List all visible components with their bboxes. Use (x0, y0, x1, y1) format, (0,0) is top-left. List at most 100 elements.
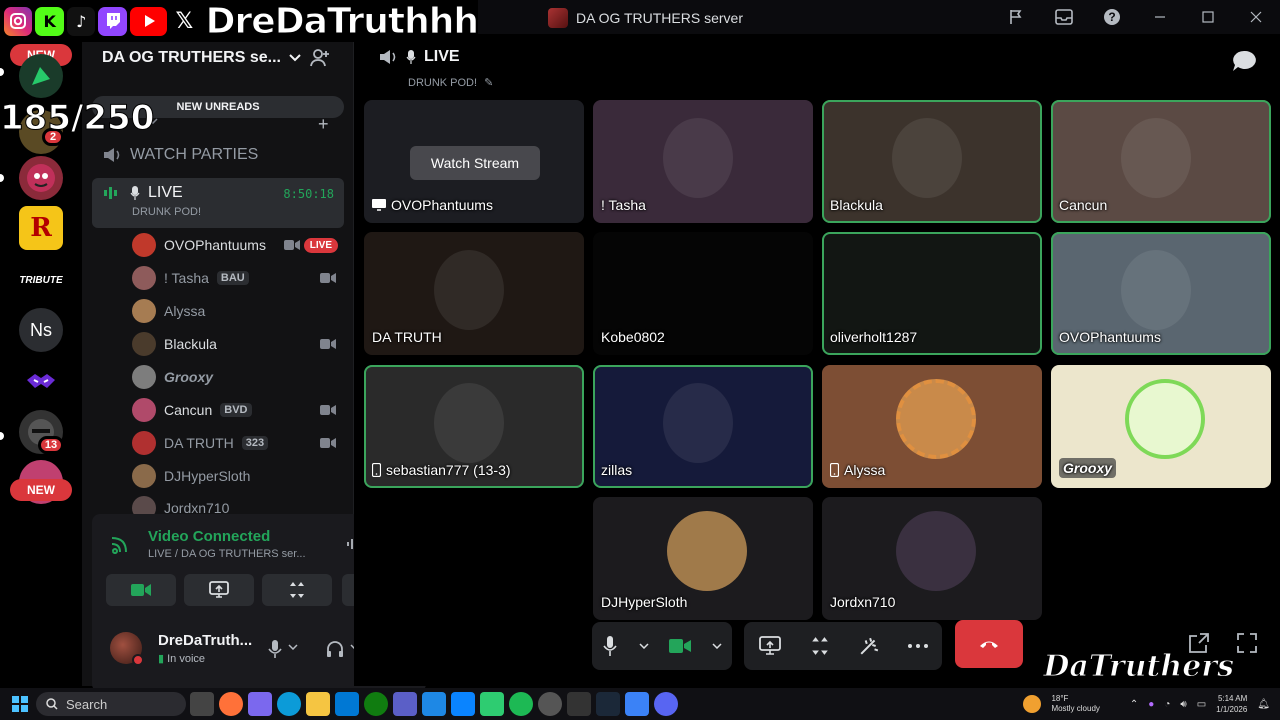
obs-icon[interactable] (538, 692, 562, 716)
xbox-icon[interactable] (364, 692, 388, 716)
watch-stream-button[interactable]: Watch Stream (410, 146, 540, 180)
stage-topic[interactable]: DRUNK POD! ✎ (408, 76, 493, 89)
soundboard-icon[interactable] (859, 636, 879, 656)
task-view-icon[interactable] (190, 692, 214, 716)
create-channel-icon[interactable]: + (318, 114, 329, 135)
app-icon-4[interactable] (625, 692, 649, 716)
windows-start-icon[interactable] (12, 696, 28, 712)
screen-share-icon[interactable] (758, 636, 781, 656)
activities-icon[interactable] (810, 636, 830, 656)
signal-icon (110, 534, 130, 554)
chevron-down-icon[interactable] (288, 644, 298, 650)
mobile-icon (830, 463, 839, 477)
video-tile[interactable]: sebastian777 (13-3) (364, 365, 584, 488)
voice-member[interactable]: Alyssa (132, 296, 344, 326)
weather-icon[interactable] (1023, 695, 1042, 713)
server-icon-ns[interactable]: Ns (19, 308, 63, 352)
video-tile[interactable]: Cancun (1051, 100, 1271, 223)
voice-location[interactable]: LIVE / DA OG TRUTHERS ser... (148, 548, 348, 560)
weather-widget[interactable]: 18°F Mostly cloudy (1051, 694, 1099, 714)
microphone-icon[interactable] (602, 636, 618, 656)
server-icon-1[interactable] (19, 54, 63, 98)
video-tile[interactable]: DJHyperSloth (593, 497, 813, 620)
video-tile[interactable]: Alyssa (822, 365, 1042, 488)
voice-member[interactable]: DJHyperSloth (132, 461, 344, 491)
camera-icon[interactable] (669, 638, 692, 654)
video-tile[interactable]: zillas (593, 365, 813, 488)
wifi-icon[interactable]: ◔ (1164, 699, 1170, 710)
activities-button[interactable] (262, 574, 332, 606)
inbox-icon[interactable] (1040, 0, 1088, 34)
new-unreads-pill-bottom[interactable]: NEW (10, 479, 72, 501)
chevron-down-icon[interactable] (712, 643, 722, 649)
minimize-icon[interactable] (1136, 0, 1184, 34)
voice-member[interactable]: DA TRUTH 323 (132, 428, 344, 458)
screen-share-button[interactable] (184, 574, 254, 606)
server-icon (548, 8, 568, 28)
file-explorer-icon[interactable] (306, 692, 330, 716)
app-icon-2[interactable] (480, 692, 504, 716)
voice-member[interactable]: Blackula (132, 329, 344, 359)
photos-icon[interactable] (451, 692, 475, 716)
video-tile[interactable]: DA TRUTH (364, 232, 584, 355)
edge-icon[interactable] (277, 692, 301, 716)
clock[interactable]: 5:14 AM 1/1/2026 (1216, 693, 1247, 715)
help-icon[interactable]: ? (1088, 0, 1136, 34)
flag-icon[interactable] (992, 0, 1040, 34)
video-tile[interactable]: ! Tasha (593, 100, 813, 223)
microphone-icon[interactable] (268, 640, 282, 658)
chevron-up-icon[interactable]: ⌃ (1130, 699, 1138, 710)
maximize-icon[interactable] (1184, 0, 1232, 34)
taskbar-search[interactable]: Search (36, 692, 186, 716)
video-tile[interactable]: Blackula (822, 100, 1042, 223)
voice-member[interactable]: OVOPhantuums LIVE (132, 230, 344, 260)
voice-member[interactable]: ! Tasha BAU (132, 263, 344, 293)
close-icon[interactable] (1232, 0, 1280, 34)
fullscreen-icon[interactable] (1236, 632, 1258, 654)
server-icon-tribute[interactable]: TRIBUTE (19, 258, 63, 302)
video-tile[interactable]: Grooxy (1051, 365, 1271, 488)
video-tile[interactable]: Kobe0802 (593, 232, 813, 355)
volume-icon[interactable]: 🔊︎ (1180, 699, 1186, 710)
battery-icon[interactable]: ▭ (1197, 699, 1206, 710)
notification-icon[interactable]: 🔔︎ (1257, 699, 1270, 710)
server-icon-rockstar[interactable]: R (19, 206, 63, 250)
channel-live[interactable]: LIVE 8:50:18 DRUNK POD! (92, 178, 344, 228)
voice-status[interactable]: Video Connected (148, 528, 270, 545)
video-tile[interactable]: Jordxn710 (822, 497, 1042, 620)
tray-app-icon[interactable]: ● (1148, 699, 1154, 710)
discord-icon[interactable] (654, 692, 678, 716)
tile-label: Cancun (1059, 197, 1108, 213)
stage-header: LIVE (378, 48, 460, 66)
video-tile[interactable]: Watch Stream OVOPhantuums (364, 100, 584, 223)
voice-member[interactable]: Cancun BVD (132, 395, 344, 425)
channel-watch-parties[interactable]: WATCH PARTIES (92, 137, 344, 173)
copilot-icon[interactable] (248, 692, 272, 716)
user-name[interactable]: DreDaTruth... (158, 632, 252, 649)
firefox-icon[interactable] (219, 692, 243, 716)
channel-label: WATCH PARTIES (130, 146, 259, 163)
pencil-icon[interactable]: ✎ (484, 77, 493, 89)
video-tile[interactable]: oliverholt1287 (822, 232, 1042, 355)
tile-label: OVOPhantuums (1059, 329, 1161, 345)
add-member-icon[interactable] (310, 48, 330, 68)
tile-label: Grooxy (1059, 458, 1117, 478)
spotify-icon[interactable] (509, 692, 533, 716)
chevron-down-icon[interactable] (639, 643, 649, 649)
video-button[interactable] (106, 574, 176, 606)
app-icon-3[interactable] (567, 692, 591, 716)
chat-icon[interactable] (1232, 50, 1256, 72)
stage-channel-name: LIVE (424, 48, 460, 65)
more-options-icon[interactable] (907, 644, 928, 648)
video-tile[interactable]: OVOPhantuums (1051, 232, 1271, 355)
app-icon-1[interactable] (422, 692, 446, 716)
leave-call-button[interactable] (955, 620, 1023, 668)
voice-member[interactable]: Grooxy (132, 362, 344, 392)
outlook-icon[interactable] (335, 692, 359, 716)
stage-channel-icon (102, 146, 122, 164)
server-icon-4[interactable] (19, 360, 63, 404)
headphones-icon[interactable] (326, 640, 344, 658)
steam-icon[interactable] (596, 692, 620, 716)
server-icon-3[interactable] (19, 156, 63, 200)
teams-icon[interactable] (393, 692, 417, 716)
